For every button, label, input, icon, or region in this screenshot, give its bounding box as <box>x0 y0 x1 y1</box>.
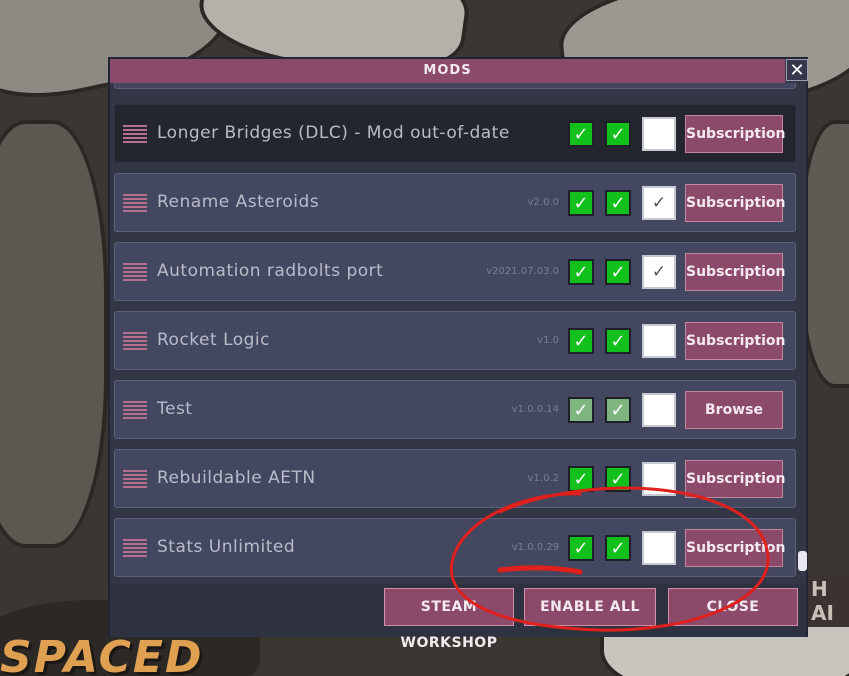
mod-version: v2021.07.03.0 <box>486 266 559 277</box>
subscription-button[interactable]: Subscription <box>685 529 786 567</box>
drag-handle-icon[interactable] <box>123 261 147 285</box>
mod-name: Automation radbolts port <box>157 261 384 281</box>
subscription-button[interactable]: Subscription <box>685 322 786 360</box>
mod-version: v1.0.2 <box>527 473 559 484</box>
mod-name: Rocket Logic <box>157 330 270 350</box>
dialog-footer: STEAM WORKSHOP ENABLE ALL CLOSE <box>110 584 806 651</box>
mod-row[interactable]: Stats Unlimited v1.0.0.29 ✓ ✓ Subscription <box>114 518 796 577</box>
mod-row[interactable] <box>114 83 796 89</box>
dialog-title: MODS <box>110 59 785 83</box>
active-checkbox[interactable]: ✓ <box>605 535 631 561</box>
mod-name: Longer Bridges (DLC) - Mod out-of-date <box>157 123 510 143</box>
mod-row[interactable]: Rocket Logic v1.0 ✓ ✓ Subscription <box>114 311 796 370</box>
drag-handle-icon[interactable] <box>123 399 147 423</box>
active-checkbox[interactable]: ✓ <box>605 328 631 354</box>
active-checkbox[interactable]: ✓ <box>605 397 631 423</box>
extra-checkbox[interactable]: ✓ <box>642 255 676 289</box>
extra-checkbox[interactable] <box>642 462 676 496</box>
drag-handle-icon[interactable] <box>123 123 147 147</box>
active-checkbox[interactable]: ✓ <box>605 466 631 492</box>
mod-row[interactable]: Longer Bridges (DLC) - Mod out-of-date ✓ ✓… <box>114 104 796 163</box>
enabled-checkbox[interactable]: ✓ <box>568 121 594 147</box>
extra-checkbox[interactable] <box>642 117 676 151</box>
scrollbar-thumb[interactable] <box>798 551 807 571</box>
enabled-checkbox[interactable]: ✓ <box>568 466 594 492</box>
enabled-checkbox[interactable]: ✓ <box>568 328 594 354</box>
drag-handle-icon[interactable] <box>123 192 147 216</box>
extra-checkbox[interactable] <box>642 393 676 427</box>
subscription-button[interactable]: Subscription <box>685 460 786 498</box>
subscription-button[interactable]: Subscription <box>685 253 786 291</box>
close-button[interactable]: CLOSE <box>668 588 798 626</box>
enable-all-button[interactable]: ENABLE ALL <box>524 588 656 626</box>
drag-handle-icon[interactable] <box>123 330 147 354</box>
mod-name: Test <box>157 399 193 419</box>
game-logo-text: SPACED <box>0 632 204 676</box>
enabled-checkbox[interactable]: ✓ <box>568 190 594 216</box>
extra-checkbox[interactable] <box>642 531 676 565</box>
steam-workshop-button[interactable]: STEAM WORKSHOP <box>384 588 514 651</box>
mod-row[interactable]: Test v1.0.0.14 ✓ ✓ Browse <box>114 380 796 439</box>
active-checkbox[interactable]: ✓ <box>605 121 631 147</box>
extra-checkbox[interactable] <box>642 324 676 358</box>
browse-button[interactable]: Browse <box>685 391 783 429</box>
mod-version: v2.0.0 <box>527 197 559 208</box>
mod-row[interactable]: Automation radbolts port v2021.07.03.0 ✓ ✓ ✓… <box>114 242 796 301</box>
enabled-checkbox[interactable]: ✓ <box>568 535 594 561</box>
mod-name: Rename Asteroids <box>157 192 320 212</box>
subscription-button[interactable]: Subscription <box>685 115 786 153</box>
active-checkbox[interactable]: ✓ <box>605 190 631 216</box>
mod-list[interactable]: Longer Bridges (DLC) - Mod out-of-date ✓ ✓… <box>114 83 798 581</box>
mod-row[interactable]: Rename Asteroids v2.0.0 ✓ ✓ ✓ Subscription <box>114 173 796 232</box>
active-checkbox[interactable]: ✓ <box>605 259 631 285</box>
mod-row[interactable]: Rebuildable AETN v1.0.2 ✓ ✓ Subscription <box>114 449 796 508</box>
close-icon[interactable]: ✕ <box>786 59 808 81</box>
drag-handle-icon[interactable] <box>123 537 147 561</box>
enabled-checkbox[interactable]: ✓ <box>568 259 594 285</box>
background-label: H AI <box>805 575 849 627</box>
mods-dialog: MODS ✕ Longer Bridges (DLC) - Mod out-of… <box>108 57 808 651</box>
subscription-button[interactable]: Subscription <box>685 184 786 222</box>
mod-name: Stats Unlimited <box>157 537 296 557</box>
mod-version: v1.0.0.14 <box>511 404 559 415</box>
mod-name: Rebuildable AETN <box>157 468 316 488</box>
mod-version: v1.0.0.29 <box>511 542 559 553</box>
background-art <box>0 120 108 548</box>
enabled-checkbox[interactable]: ✓ <box>568 397 594 423</box>
extra-checkbox[interactable]: ✓ <box>642 186 676 220</box>
drag-handle-icon[interactable] <box>123 468 147 492</box>
mod-version: v1.0 <box>537 335 559 346</box>
